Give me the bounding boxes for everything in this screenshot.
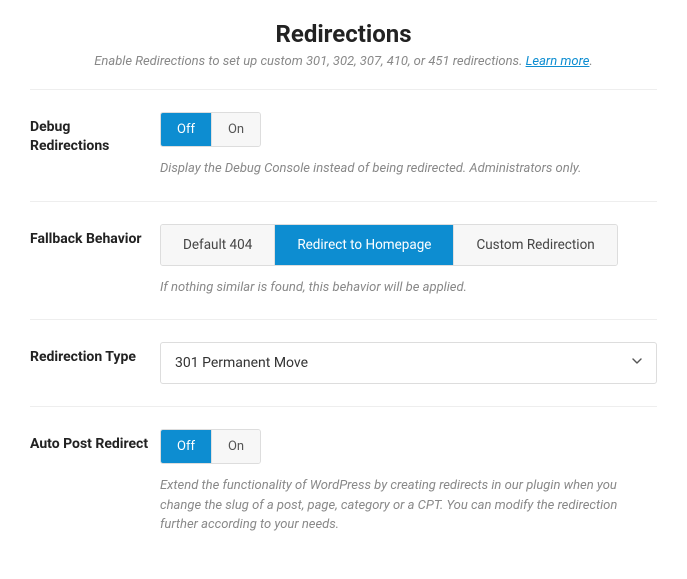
section-fallback-behavior: Fallback Behavior Default 404 Redirect t… — [30, 201, 657, 320]
debug-redirections-label: Debug Redirections — [30, 118, 150, 156]
page-subtitle: Enable Redirections to set up custom 301… — [30, 54, 657, 69]
debug-on-button[interactable]: On — [211, 113, 260, 146]
auto-post-toggle: Off On — [160, 429, 261, 464]
section-redirection-type: Redirection Type 301 Permanent Move — [30, 319, 657, 406]
fallback-help-text: If nothing similar is found, this behavi… — [160, 278, 657, 298]
fallback-option-default-404[interactable]: Default 404 — [161, 225, 274, 265]
auto-post-help-text: Extend the functionality of WordPress by… — [160, 476, 657, 535]
debug-help-text: Display the Debug Console instead of bei… — [160, 159, 657, 179]
auto-post-redirect-label: Auto Post Redirect — [30, 435, 150, 454]
fallback-segmented-control: Default 404 Redirect to Homepage Custom … — [160, 224, 618, 266]
learn-more-link[interactable]: Learn more — [526, 54, 590, 69]
fallback-option-redirect-homepage[interactable]: Redirect to Homepage — [274, 225, 453, 265]
redirection-type-value: 301 Permanent Move — [175, 355, 308, 371]
auto-post-on-button[interactable]: On — [211, 430, 260, 463]
redirection-type-label: Redirection Type — [30, 348, 150, 367]
fallback-behavior-label: Fallback Behavior — [30, 230, 150, 249]
page-title: Redirections — [30, 20, 657, 48]
auto-post-off-button[interactable]: Off — [161, 430, 211, 463]
page-header: Redirections Enable Redirections to set … — [30, 10, 657, 69]
chevron-down-icon — [632, 358, 642, 368]
debug-off-button[interactable]: Off — [161, 113, 211, 146]
section-debug-redirections: Debug Redirections Off On Display the De… — [30, 89, 657, 201]
section-auto-post-redirect: Auto Post Redirect Off On Extend the fun… — [30, 406, 657, 557]
redirection-type-select[interactable]: 301 Permanent Move — [160, 342, 657, 384]
fallback-option-custom-redirection[interactable]: Custom Redirection — [453, 225, 616, 265]
debug-toggle: Off On — [160, 112, 261, 147]
